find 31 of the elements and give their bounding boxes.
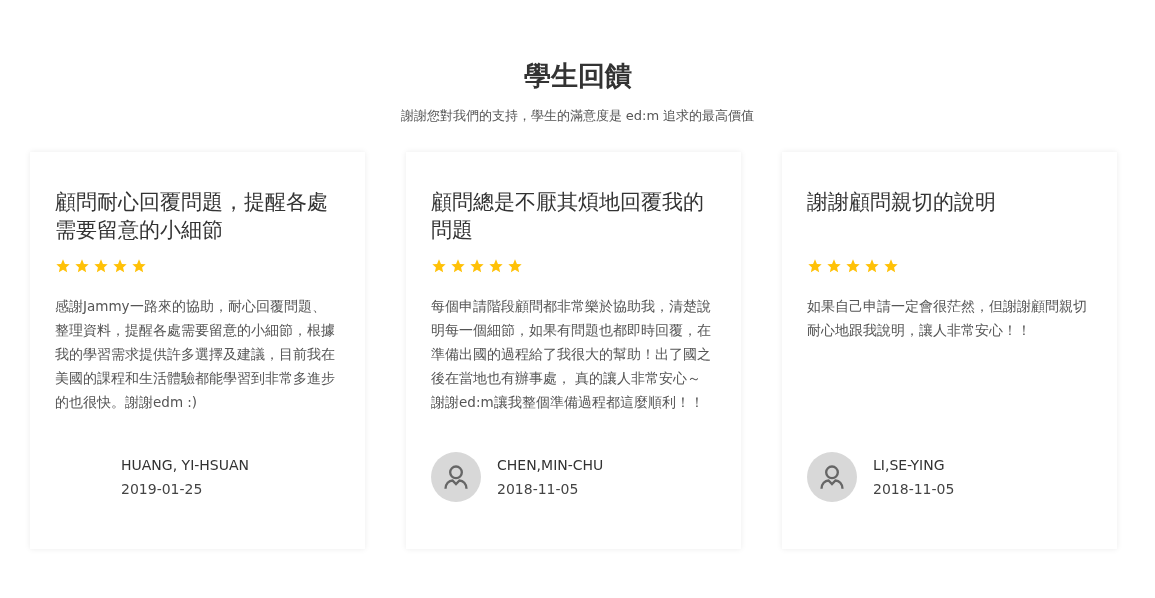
star-icon [507, 258, 523, 274]
student-name: LI,SE-YING [873, 456, 946, 475]
star-icon [431, 258, 447, 274]
user-icon [818, 463, 846, 491]
testimonial-title: 顧問總是不厭其煩地回覆我的問題 [431, 189, 705, 244]
star-icon [131, 258, 147, 274]
star-icon [807, 258, 823, 274]
review-date: 2018-11-05 [497, 480, 580, 499]
star-icon [883, 258, 899, 274]
section-heading: 學生回饋 [523, 59, 632, 93]
star-icon [864, 258, 880, 274]
star-icon [488, 258, 504, 274]
testimonial-text: 如果自己申請一定會很茫然，但謝謝顧問親切耐心地跟我說明，讓人非常安心！！ [807, 297, 1087, 340]
star-icon [826, 258, 842, 274]
user-icon [442, 463, 470, 491]
student-name: HUANG, YI-HSUAN [121, 456, 250, 475]
star-icon [112, 258, 128, 274]
testimonial-text: 感謝Jammy一路來的協助，耐心回覆問題、整理資料，提醒各處需要留意的小細節，根據我的學習需求提供許多選擇及建議，目前我在美國的課程和生活體驗都能學習到非常多進步的也很快。謝謝edm :) [55, 297, 335, 412]
star-icon [845, 258, 861, 274]
star-icon [74, 258, 90, 274]
review-date: 2018-11-05 [873, 480, 955, 499]
section-subtitle: 謝謝您對我們的支持，學生的滿意度是 ed:m 追求的最高價值 [400, 107, 755, 125]
student-name: CHEN,MIN-CHU [497, 456, 604, 475]
review-date: 2019-01-25 [121, 480, 204, 499]
star-icon [93, 258, 109, 274]
star-icon [450, 258, 466, 274]
testimonial-title: 謝謝顧問親切的說明 [807, 189, 997, 216]
star-icon [55, 258, 71, 274]
testimonial-text: 每個申請階段顧問都非常樂於協助我，清楚說明每一個細節，如果有問題也都即時回覆，在準備出國的過程給了我很大的幫助！出了國之後在當地也有辦事處， 真的讓人非常安心～謝謝ed:m讓我整個準備過程都這麼順利！！ [431, 297, 711, 412]
star-icon [469, 258, 485, 274]
testimonial-title: 顧問耐心回覆問題，提醒各處需要留意的小細節 [55, 189, 329, 244]
